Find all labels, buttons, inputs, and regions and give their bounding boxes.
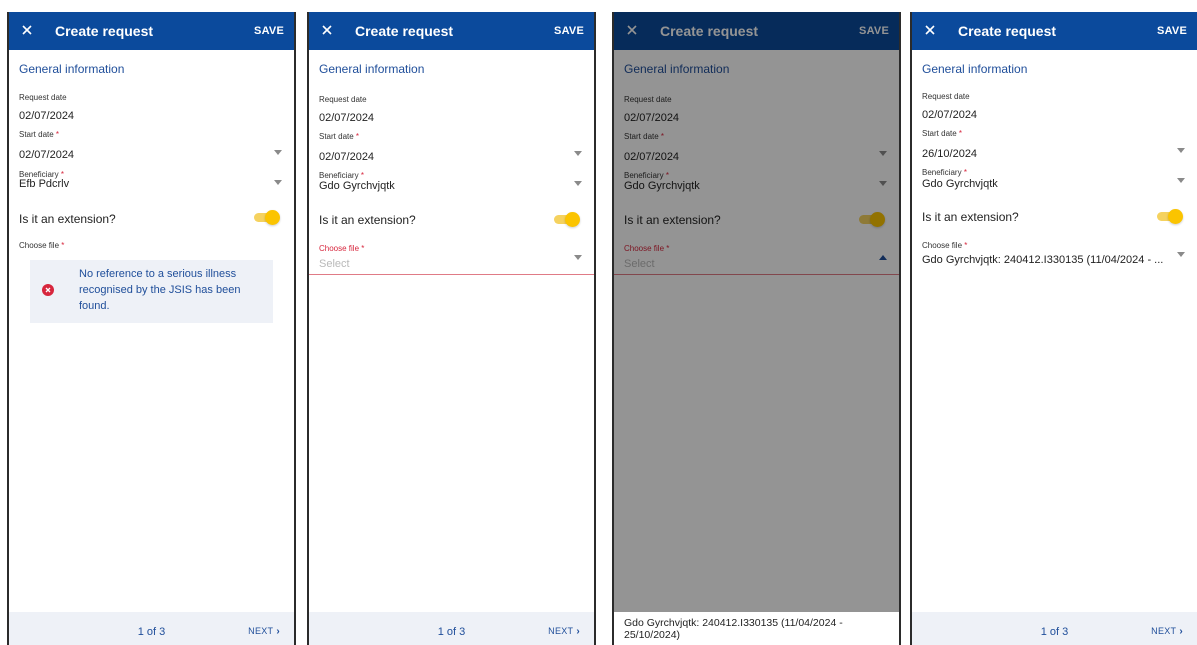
request-date-value: 02/07/2024 (319, 112, 375, 124)
required-mark: * (360, 171, 364, 180)
required-mark: * (55, 130, 60, 139)
next-button[interactable]: NEXT › (548, 626, 580, 637)
error-message-box: No reference to a serious illness recogn… (30, 260, 273, 323)
dropdown-option[interactable]: Gdo Gyrchvjqtk: 240412.I330135 (11/04/20… (614, 612, 899, 645)
next-button[interactable]: NEXT › (248, 626, 280, 637)
save-button[interactable]: SAVE (554, 25, 584, 37)
start-date-label: Start date * (922, 129, 962, 138)
next-button-label: NEXT (1151, 626, 1177, 636)
extension-label: Is it an extension? (922, 210, 1019, 224)
next-button-label: NEXT (548, 626, 574, 636)
required-mark: * (963, 168, 967, 177)
request-date-value: 02/07/2024 (922, 109, 978, 121)
toggle-knob (565, 212, 580, 227)
create-request-screen-2: Create request SAVE General information … (307, 12, 596, 645)
extension-toggle[interactable] (254, 210, 280, 225)
chevron-down-icon[interactable] (574, 181, 582, 186)
choose-file-label: Choose file * (319, 244, 364, 253)
choose-file-label-text: Choose file (319, 244, 360, 253)
chevron-right-icon: › (576, 626, 580, 637)
chevron-down-icon[interactable] (1177, 252, 1185, 257)
app-header: Create request SAVE (912, 12, 1197, 50)
next-button[interactable]: NEXT › (1151, 626, 1183, 637)
close-icon[interactable] (319, 22, 335, 38)
create-request-screen-3: Create request SAVE General information … (612, 12, 901, 645)
request-date-label: Request date (319, 95, 367, 104)
wizard-footer: 1 of 3 NEXT › (9, 612, 294, 645)
required-mark: * (61, 241, 65, 250)
error-message-text: No reference to a serious illness recogn… (79, 268, 241, 312)
beneficiary-label-text: Beneficiary (319, 171, 359, 180)
app-header: Create request SAVE (309, 12, 594, 50)
chevron-down-icon[interactable] (1177, 178, 1185, 183)
extension-label: Is it an extension? (19, 212, 116, 226)
app-header: Create request SAVE (9, 12, 294, 50)
required-mark: * (361, 244, 365, 253)
chevron-right-icon: › (1179, 626, 1183, 637)
request-date-label: Request date (922, 92, 970, 101)
field-error-underline (309, 274, 594, 275)
start-date-field[interactable]: 26/10/2024 (922, 148, 977, 160)
page-title: Create request (355, 23, 454, 39)
request-date-value: 02/07/2024 (19, 110, 75, 122)
next-button-label: NEXT (248, 626, 274, 636)
start-date-label-text: Start date (922, 129, 957, 138)
start-date-label-text: Start date (19, 130, 54, 139)
choose-file-label-text: Choose file (19, 241, 60, 250)
error-circle-icon (42, 284, 54, 296)
request-date-label: Request date (19, 93, 67, 102)
beneficiary-select[interactable]: Efb Pdcrlv (19, 178, 69, 190)
choose-file-label: Choose file * (19, 241, 64, 250)
chevron-down-icon[interactable] (574, 255, 582, 260)
start-date-label-text: Start date (319, 132, 354, 141)
chevron-right-icon: › (276, 626, 280, 637)
chevron-down-icon[interactable] (1177, 148, 1185, 153)
choose-file-select[interactable]: Gdo Gyrchvjqtk: 240412.I330135 (11/04/20… (922, 254, 1163, 266)
chevron-down-icon[interactable] (274, 150, 282, 155)
save-button[interactable]: SAVE (254, 25, 284, 37)
toggle-knob (1168, 209, 1183, 224)
beneficiary-select[interactable]: Gdo Gyrchvjqtk (319, 180, 395, 192)
wizard-footer: 1 of 3 NEXT › (912, 612, 1197, 645)
start-date-label: Start date * (319, 132, 359, 141)
start-date-field[interactable]: 02/07/2024 (319, 151, 374, 163)
create-request-screen-4: Create request SAVE General information … (910, 12, 1197, 645)
extension-toggle[interactable] (1157, 209, 1183, 224)
beneficiary-label: Beneficiary * (922, 168, 967, 177)
choose-file-label-text: Choose file (922, 241, 963, 250)
start-date-field[interactable]: 02/07/2024 (19, 149, 74, 161)
modal-backdrop[interactable] (614, 12, 899, 612)
chevron-down-icon[interactable] (574, 151, 582, 156)
extension-label: Is it an extension? (319, 213, 416, 227)
section-title: General information (19, 62, 125, 76)
wizard-footer: 1 of 3 NEXT › (309, 612, 594, 645)
start-date-label: Start date * (19, 130, 59, 139)
close-icon[interactable] (922, 22, 938, 38)
required-mark: * (964, 241, 968, 250)
page-title: Create request (55, 23, 154, 39)
choose-file-select[interactable]: Select (319, 258, 350, 270)
beneficiary-label: Beneficiary * (319, 171, 364, 180)
save-button[interactable]: SAVE (1157, 25, 1187, 37)
page-title: Create request (958, 23, 1057, 39)
extension-toggle[interactable] (554, 212, 580, 227)
toggle-knob (265, 210, 280, 225)
section-title: General information (319, 62, 425, 76)
screenshot-canvas: Create request SAVE General information … (0, 0, 1197, 645)
chevron-down-icon[interactable] (274, 180, 282, 185)
section-title: General information (922, 62, 1028, 76)
required-mark: * (958, 129, 963, 138)
close-icon[interactable] (19, 22, 35, 38)
create-request-screen-1: Create request SAVE General information … (7, 12, 296, 645)
beneficiary-select[interactable]: Gdo Gyrchvjqtk (922, 178, 998, 190)
beneficiary-label-text: Beneficiary (922, 168, 962, 177)
dropdown-option-text: Gdo Gyrchvjqtk: 240412.I330135 (11/04/20… (624, 617, 843, 641)
choose-file-label: Choose file * (922, 241, 967, 250)
required-mark: * (355, 132, 360, 141)
